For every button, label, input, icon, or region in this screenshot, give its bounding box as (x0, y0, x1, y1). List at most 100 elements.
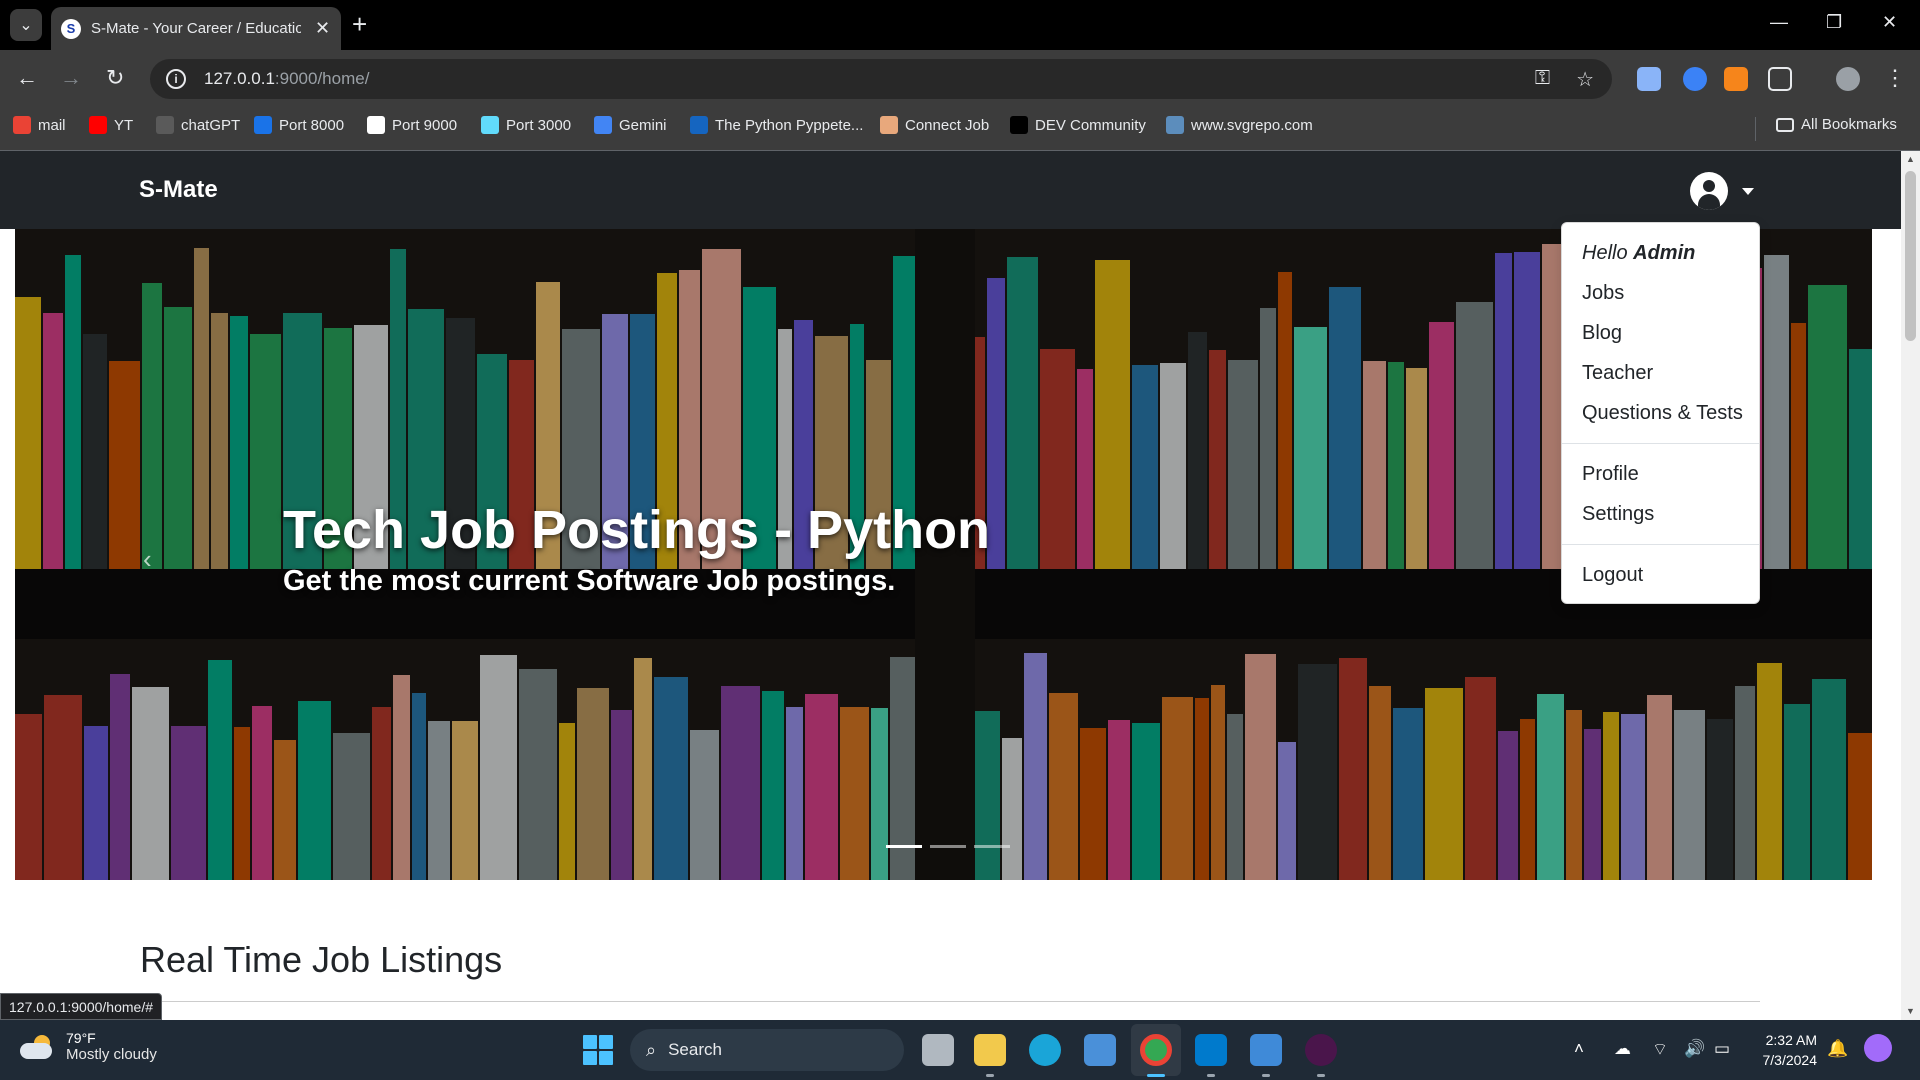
restore-button[interactable]: ❐ (1826, 12, 1842, 33)
bookmark-item[interactable]: chatGPT (156, 116, 240, 134)
notification-bell-icon[interactable]: 🔔 (1827, 1039, 1848, 1059)
carousel-prev-icon[interactable]: ‹ (143, 544, 152, 575)
taskbar-clock[interactable]: 2:32 AM 7/3/2024 (1755, 1030, 1818, 1070)
scroll-down-icon[interactable]: ▼ (1906, 1006, 1915, 1016)
bookmark-item[interactable]: YT (89, 116, 133, 134)
forward-button[interactable]: → (60, 64, 82, 92)
gmail-icon (13, 116, 31, 134)
chevron-down-icon: ⌄ (19, 17, 33, 34)
bookmark-item[interactable]: mail (13, 116, 66, 134)
windows-start-icon[interactable] (583, 1035, 613, 1065)
file-explorer-icon[interactable] (974, 1034, 1006, 1066)
bookmark-label: Gemini (619, 116, 667, 134)
dropdown-item-settings[interactable]: Settings (1562, 494, 1759, 534)
site-info-icon[interactable]: i (166, 69, 186, 89)
section-divider (140, 1001, 1760, 1002)
hero-title: Tech Job Postings - Python (283, 500, 991, 560)
extension-translate-icon[interactable] (1683, 67, 1707, 91)
address-bar[interactable]: i 127.0.0.1:9000/home/ ⚿ ☆ (150, 59, 1612, 99)
active-tab[interactable]: S S-Mate - Your Career / Education ✕ (51, 7, 341, 50)
bookmarks-bar: mail YT chatGPT Port 8000 Port 9000 Port 3000… (0, 109, 1920, 151)
dropdown-item-profile[interactable]: Profile (1562, 454, 1759, 494)
profile-avatar-icon[interactable] (1836, 67, 1860, 91)
password-key-icon[interactable]: ⚿ (1535, 67, 1550, 92)
page-scrollbar[interactable]: ▲ ▼ (1901, 151, 1920, 1020)
minimize-button[interactable]: — (1770, 12, 1788, 33)
bookmark-item[interactable]: DEV Community (1010, 116, 1146, 134)
chrome-icon[interactable] (1140, 1034, 1172, 1066)
dropdown-divider (1562, 544, 1759, 545)
task-view-icon[interactable] (922, 1034, 954, 1066)
bookmark-label: mail (38, 116, 66, 134)
close-tab-icon[interactable]: ✕ (315, 18, 330, 39)
dropdown-divider (1562, 443, 1759, 444)
menu-kebab-icon[interactable]: ⋮ (1884, 64, 1906, 92)
site-navbar: S-Mate (0, 151, 1901, 229)
bookmark-item[interactable]: www.svgrepo.com (1166, 116, 1313, 134)
extension-docs-icon[interactable] (1637, 67, 1661, 91)
url-path: :9000/home/ (274, 69, 370, 88)
copilot-icon[interactable] (1864, 1034, 1892, 1062)
svgrepo-icon (1166, 116, 1184, 134)
extensions-puzzle-icon[interactable] (1768, 67, 1792, 91)
bookmark-label: chatGPT (181, 116, 241, 134)
scroll-up-icon[interactable]: ▲ (1906, 154, 1915, 164)
bookmark-item[interactable]: Gemini (594, 116, 667, 134)
battery-icon[interactable]: ▭ (1714, 1039, 1730, 1059)
caret-down-icon (1742, 187, 1754, 195)
gemini-icon (594, 116, 612, 134)
dropdown-item-logout[interactable]: Logout (1562, 555, 1759, 595)
tab-search-button[interactable]: ⌄ (10, 9, 42, 41)
back-button[interactable]: ← (16, 64, 38, 92)
onedrive-icon[interactable]: ☁ (1614, 1039, 1631, 1059)
clock-time: 2:32 AM (1765, 1032, 1817, 1048)
notepad-icon[interactable] (1250, 1034, 1282, 1066)
volume-icon[interactable]: 🔊 (1684, 1039, 1705, 1059)
running-indicator (986, 1074, 994, 1077)
user-dropdown-menu: Hello Admin Jobs Blog Teacher Questions … (1561, 222, 1760, 604)
running-indicator (1317, 1074, 1325, 1077)
carousel-indicators (886, 845, 1010, 848)
tray-overflow-icon[interactable]: ˄ (1574, 1039, 1584, 1059)
edge-icon[interactable] (1029, 1034, 1061, 1066)
weather-widget[interactable]: 79°F Mostly cloudy (20, 1030, 157, 1063)
close-window-button[interactable]: ✕ (1882, 12, 1897, 33)
carousel-indicator[interactable] (974, 845, 1010, 848)
section-title: Real Time Job Listings (140, 939, 503, 980)
all-bookmarks-label: All Bookmarks (1801, 116, 1897, 133)
bookmark-item[interactable]: The Python Pyppete... (690, 116, 863, 134)
running-indicator (1262, 1074, 1270, 1077)
browser-toolbar: ← → ↻ i 127.0.0.1:9000/home/ ⚿ ☆ ⋮ (0, 50, 1920, 109)
dropdown-item-questions-tests[interactable]: Questions & Tests (1562, 393, 1759, 433)
scroll-thumb[interactable] (1905, 171, 1916, 341)
weather-temp: 79°F (66, 1030, 96, 1046)
bookmarks-separator (1755, 117, 1756, 141)
react-icon (481, 116, 499, 134)
search-icon: ⌕ (646, 1039, 657, 1060)
store-icon[interactable] (1084, 1034, 1116, 1066)
wifi-icon[interactable]: ⌔ (1652, 1039, 1668, 1060)
slack-icon[interactable] (1305, 1034, 1337, 1066)
dropdown-item-teacher[interactable]: Teacher (1562, 353, 1759, 393)
dropdown-item-blog[interactable]: Blog (1562, 313, 1759, 353)
bookmark-star-icon[interactable]: ☆ (1576, 67, 1594, 92)
user-menu-toggle[interactable] (1690, 172, 1754, 210)
carousel-indicator[interactable] (886, 845, 922, 848)
carousel-indicator[interactable] (930, 845, 966, 848)
bookmark-item[interactable]: Port 3000 (481, 116, 571, 134)
reload-button[interactable]: ↻ (106, 64, 124, 92)
site-brand[interactable]: S-Mate (139, 176, 218, 204)
metamask-icon[interactable] (1724, 67, 1748, 91)
folder-icon (1776, 117, 1794, 132)
taskbar-search[interactable]: ⌕ Search (630, 1029, 904, 1071)
status-bar-url: 127.0.0.1:9000/home/# (0, 993, 163, 1020)
dropdown-item-jobs[interactable]: Jobs (1562, 273, 1759, 313)
vscode-icon[interactable] (1195, 1034, 1227, 1066)
new-tab-button[interactable]: + (352, 10, 367, 38)
hero-caption: Tech Job Postings - Python Get the most … (283, 499, 990, 598)
greeting-name: Admin (1633, 242, 1696, 264)
all-bookmarks[interactable]: All Bookmarks (1776, 116, 1897, 133)
bookmark-item[interactable]: Port 8000 (254, 116, 344, 134)
bookmark-item[interactable]: Port 9000 (367, 116, 457, 134)
bookmark-item[interactable]: Connect Job (880, 116, 989, 134)
